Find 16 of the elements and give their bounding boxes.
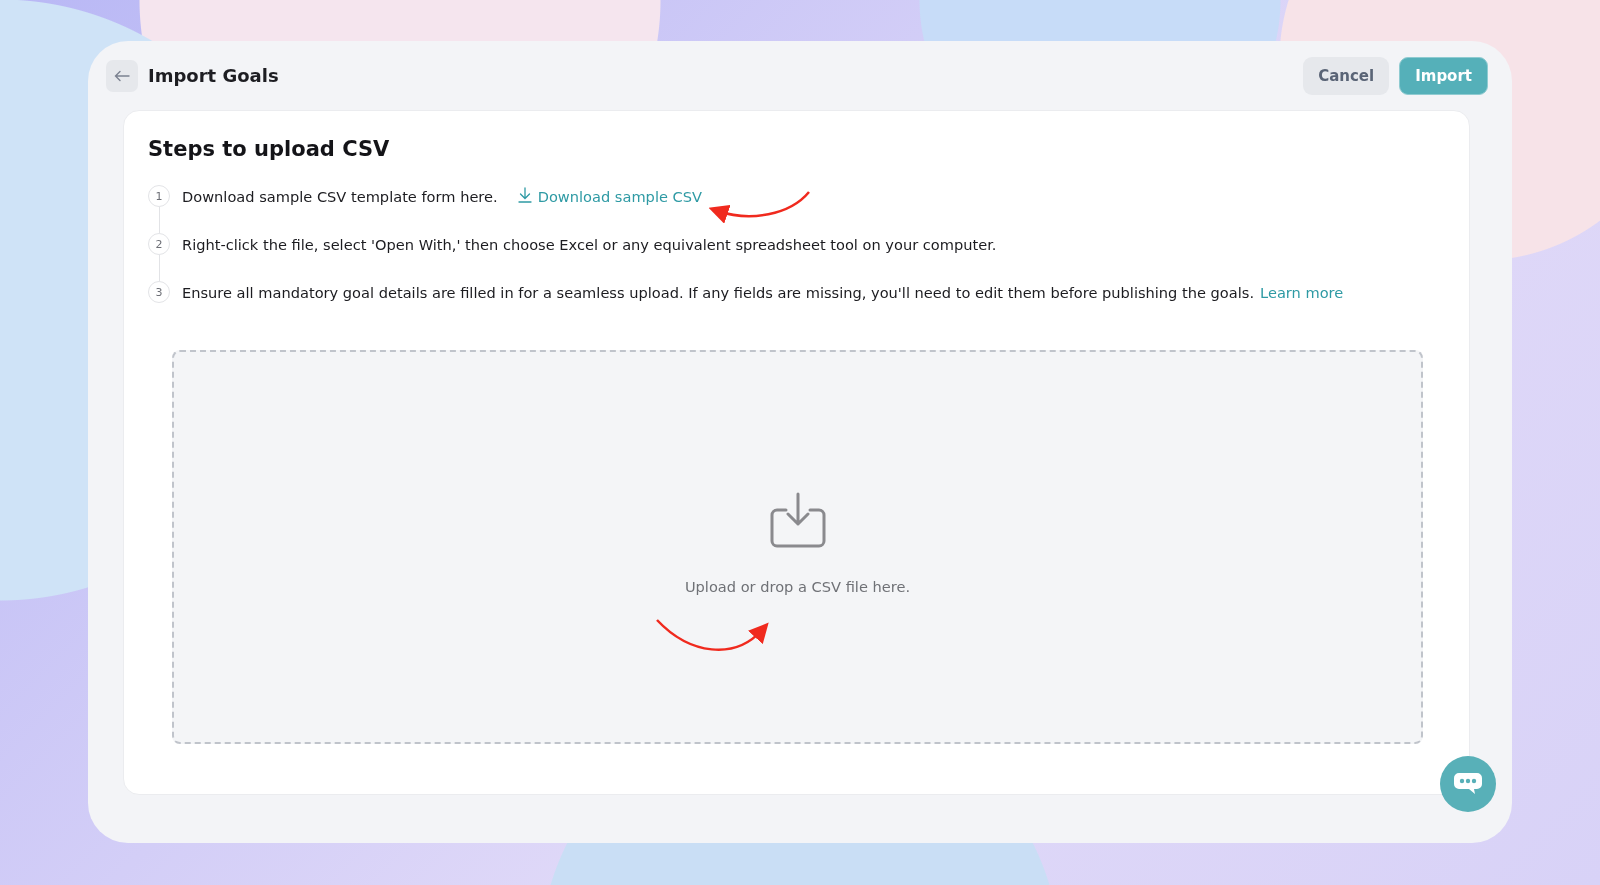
page-title: Import Goals bbox=[148, 65, 279, 86]
chat-bubble-icon bbox=[1453, 771, 1483, 797]
dropzone-text: Upload or drop a CSV file here. bbox=[684, 577, 911, 595]
back-button[interactable] bbox=[106, 59, 138, 92]
download-icon bbox=[517, 186, 532, 206]
step-text: Right-click the file, select 'Open With,' then choose Excel or any equivalent spreadsheet tool on your computer. bbox=[182, 235, 997, 253]
cancel-button[interactable]: Cancel bbox=[1303, 56, 1390, 95]
file-dropzone[interactable]: Upload or drop a CSV file here. bbox=[172, 350, 1423, 744]
step-text: Ensure all mandatory goal details are filled in for a seamless upload. If any fields are missing, you'll need to edit them before publishing the goals. bbox=[182, 283, 1255, 301]
import-button[interactable]: Import bbox=[1399, 56, 1488, 95]
step-text: Download sample CSV template form here. bbox=[182, 187, 498, 205]
learn-more-link[interactable]: Learn more bbox=[1260, 283, 1344, 301]
tray-download-icon bbox=[768, 491, 827, 548]
section-title: Steps to upload CSV bbox=[148, 137, 391, 161]
back-arrow-icon bbox=[114, 69, 130, 82]
download-link[interactable]: Download sample CSV bbox=[517, 186, 702, 206]
